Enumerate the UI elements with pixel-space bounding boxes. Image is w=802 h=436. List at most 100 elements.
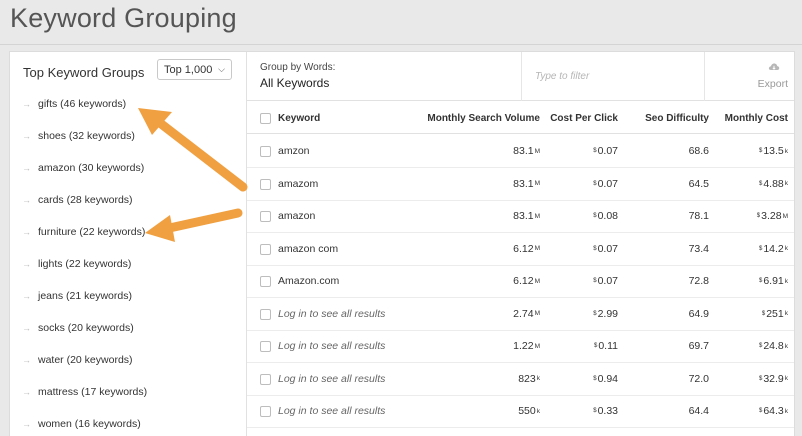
- cpc-value: 0.94: [597, 372, 618, 385]
- header-seo-difficulty[interactable]: Seo Difficulty: [645, 102, 709, 134]
- page-title: Keyword Grouping: [10, 3, 237, 33]
- currency-symbol: $: [593, 375, 597, 382]
- keyword-cell[interactable]: Log in to see all results: [278, 395, 385, 427]
- keyword-groups-panel: Top Keyword Groups Top 1,000 ⌵ → gifts (4…: [10, 52, 247, 436]
- arrow-right-icon: →: [22, 323, 31, 333]
- keyword-cell: amazom: [278, 177, 319, 190]
- currency-symbol: $: [758, 180, 763, 187]
- cost-value: 6.91: [763, 275, 784, 287]
- row-checkbox[interactable]: [260, 308, 271, 320]
- keyword-group-item[interactable]: → women (16 keywords): [10, 408, 246, 436]
- keyword-group-item[interactable]: → gifts (46 keywords): [10, 88, 246, 120]
- table-toolbar: Group by Words: All Keywords Export: [247, 52, 794, 101]
- row-checkbox[interactable]: [260, 341, 271, 352]
- volume-cell: 550 k: [518, 395, 540, 427]
- keyword-group-label: amazon (30 keywords): [38, 162, 145, 174]
- keyword-group-label: gifts (46 keywords): [38, 98, 127, 110]
- keyword-group-label: socks (20 keywords): [38, 322, 134, 334]
- volume-cell: 823 k: [518, 363, 540, 395]
- seo-difficulty-cell: 68.6: [688, 145, 709, 157]
- keyword-group-item[interactable]: → water (20 keywords): [10, 344, 246, 376]
- cost-value: 251: [766, 307, 784, 320]
- currency-symbol: $: [593, 245, 597, 252]
- keyword-table-panel: Group by Words: All Keywords Export Keyw…: [247, 52, 794, 436]
- filter-input[interactable]: [535, 66, 705, 86]
- volume-unit: M: [534, 277, 540, 285]
- select-all-checkbox[interactable]: [260, 113, 271, 124]
- header-cost-per-click[interactable]: Cost Per Click: [550, 102, 618, 134]
- arrow-right-icon: →: [22, 259, 31, 269]
- cpc-value: 0.08: [597, 210, 618, 222]
- row-checkbox[interactable]: [260, 276, 271, 287]
- volume-unit: M: [534, 212, 540, 220]
- currency-symbol: $: [593, 408, 597, 414]
- currency-symbol: $: [593, 180, 597, 187]
- arrow-right-icon: →: [22, 227, 31, 237]
- cost-unit: k: [784, 375, 788, 382]
- row-checkbox[interactable]: [260, 146, 271, 157]
- cost-unit: k: [784, 245, 788, 252]
- export-button[interactable]: Export: [705, 52, 794, 101]
- seo-difficulty-cell: 64.4: [688, 405, 709, 417]
- table-row: amazon 83.1 M $0.08 78.1 $3.28 M: [247, 200, 794, 233]
- currency-symbol: $: [758, 148, 763, 154]
- row-checkbox[interactable]: [260, 406, 271, 417]
- arrow-right-icon: →: [22, 163, 31, 173]
- cost-value: 13.5: [763, 145, 784, 157]
- volume-unit: k: [536, 375, 540, 382]
- arrow-right-icon: →: [22, 387, 31, 397]
- keyword-group-item[interactable]: → mattress (17 keywords): [10, 376, 246, 408]
- cost-value: 14.2: [763, 242, 784, 255]
- volume-cell: 2.74 M: [513, 298, 540, 330]
- volume-value: 2.74: [513, 307, 534, 320]
- row-checkbox[interactable]: [260, 178, 271, 190]
- volume-unit: M: [534, 310, 540, 317]
- cost-value: 4.88: [763, 177, 784, 190]
- cpc-cell: $0.07: [593, 233, 618, 265]
- cost-value: 3.28: [761, 210, 782, 222]
- volume-value: 83.1: [513, 177, 534, 190]
- table-row: amazon com 6.12 M $0.07 73.4 $14.2 k: [247, 233, 794, 266]
- volume-cell: 6.12 M: [513, 265, 540, 297]
- volume-cell: 83.1 M: [513, 200, 540, 232]
- keyword-group-item[interactable]: → lights (22 keywords): [10, 248, 246, 280]
- row-checkbox[interactable]: [260, 373, 271, 385]
- keyword-group-item[interactable]: → shoes (32 keywords): [10, 120, 246, 152]
- export-label: Export: [757, 78, 788, 90]
- volume-value: 550: [518, 405, 536, 417]
- volume-value: 6.12: [513, 275, 534, 287]
- keyword-group-item[interactable]: → amazon (30 keywords): [10, 152, 246, 184]
- keyword-group-item[interactable]: → cards (28 keywords): [10, 184, 246, 216]
- volume-value: 83.1: [513, 210, 534, 222]
- seo-difficulty-cell: 69.7: [688, 340, 709, 352]
- seo-difficulty-cell: 64.5: [688, 177, 709, 190]
- seo-difficulty-cell: 64.9: [688, 307, 709, 320]
- row-checkbox[interactable]: [260, 211, 271, 222]
- header-monthly-search-volume[interactable]: Monthly Search Volume: [427, 102, 540, 134]
- cost-value: 24.8: [763, 340, 784, 352]
- cpc-value: 0.07: [597, 177, 618, 190]
- cost-unit: k: [784, 147, 788, 155]
- row-checkbox[interactable]: [260, 243, 271, 255]
- keyword-group-label: furniture (22 keywords): [38, 226, 146, 238]
- currency-symbol: $: [758, 375, 763, 382]
- keyword-cell[interactable]: Log in to see all results: [278, 298, 385, 330]
- seo-difficulty-cell: 72.8: [688, 275, 709, 287]
- table-row: amazom 83.1 M $0.07 64.5 $4.88 k: [247, 168, 794, 201]
- keyword-group-item[interactable]: → jeans (21 keywords): [10, 280, 246, 312]
- cpc-value: 0.07: [597, 242, 618, 255]
- volume-cell: 6.12 M: [513, 233, 540, 265]
- keyword-group-label: shoes (32 keywords): [38, 130, 135, 142]
- arrow-right-icon: →: [22, 195, 31, 205]
- header-monthly-cost[interactable]: Monthly Cost: [725, 102, 788, 134]
- keyword-cell[interactable]: Log in to see all results: [278, 363, 385, 395]
- cpc-cell: $0.07: [593, 168, 618, 200]
- keyword-cell[interactable]: Log in to see all results: [278, 330, 385, 362]
- cpc-cell: $0.07: [593, 135, 618, 167]
- top-count-select[interactable]: Top 1,000 ⌵: [157, 59, 232, 80]
- keyword-group-item[interactable]: → furniture (22 keywords): [10, 216, 246, 248]
- keyword-group-item[interactable]: → socks (20 keywords): [10, 312, 246, 344]
- currency-symbol: $: [758, 343, 763, 349]
- header-keyword[interactable]: Keyword: [278, 102, 320, 134]
- keyword-group-label: cards (28 keywords): [38, 194, 133, 206]
